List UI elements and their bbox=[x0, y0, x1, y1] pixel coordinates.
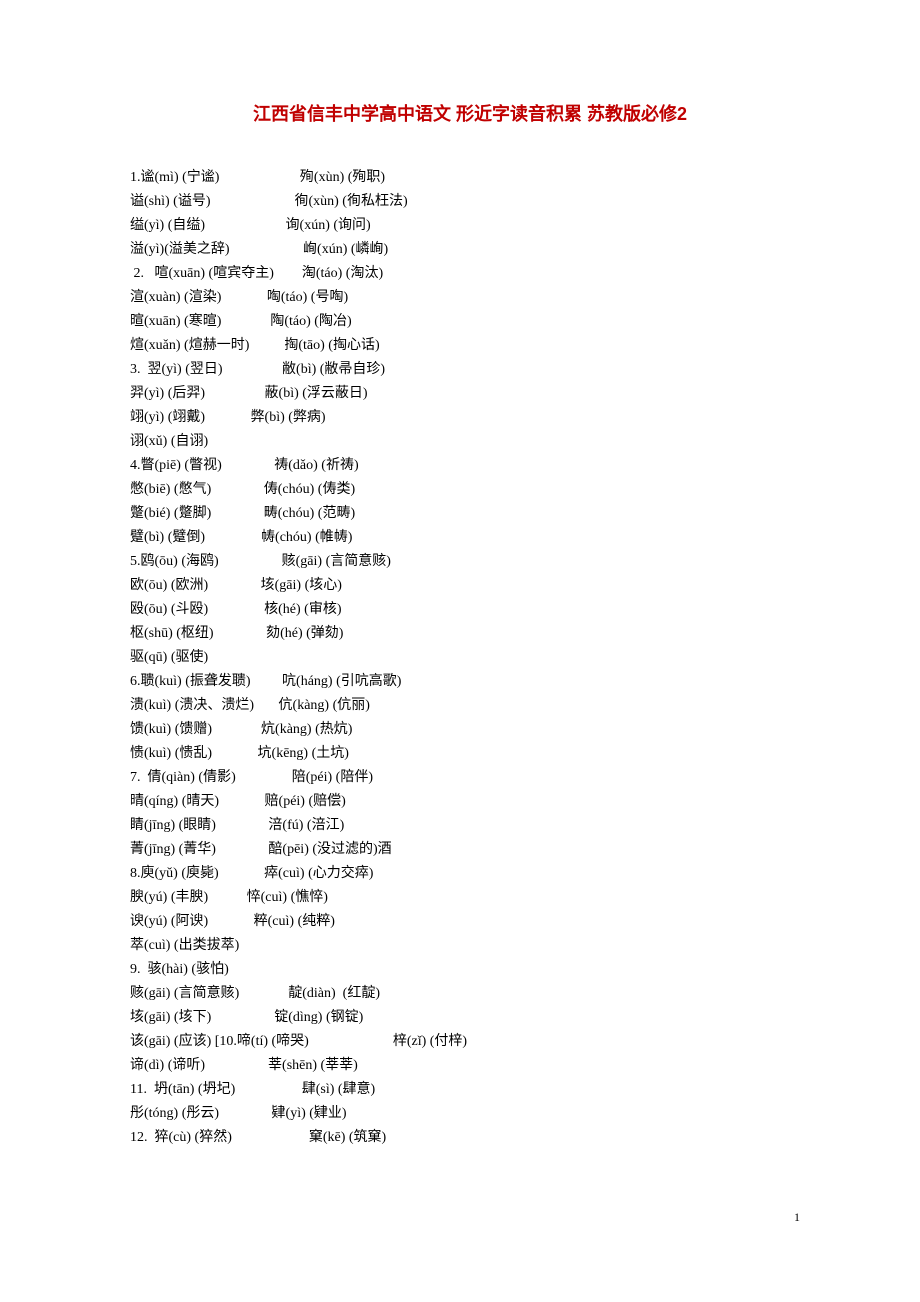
text-line: 2. 喧(xuān) (喧宾夺主) 淘(táo) (淘汰) bbox=[130, 262, 810, 286]
text-line: 蹩(bié) (蹩脚) 畴(chóu) (范畴) bbox=[130, 502, 810, 526]
text-line: 憋(biē) (憋气) 俦(chóu) (俦类) bbox=[130, 478, 810, 502]
text-line: 欧(ōu) (欧洲) 垓(gāi) (垓心) bbox=[130, 574, 810, 598]
document-page: 江西省信丰中学高中语文 形近字读音积累 苏教版必修2 1.谧(mì) (宁谧) … bbox=[0, 0, 920, 1285]
text-line: 睛(jīng) (眼睛) 涪(fú) (涪江) bbox=[130, 814, 810, 838]
text-line: 躄(bì) (躄倒) 帱(chóu) (帷帱) bbox=[130, 526, 810, 550]
text-line: 诩(xǔ) (自诩) bbox=[130, 430, 810, 454]
text-line: 该(gāi) (应该) [10.啼(tí) (啼哭) 梓(zǐ) (付梓) bbox=[130, 1030, 810, 1054]
text-line: 1.谧(mì) (宁谧) 殉(xùn) (殉职) bbox=[130, 166, 810, 190]
text-line: 缢(yì) (自缢) 询(xún) (询问) bbox=[130, 214, 810, 238]
text-line: 垓(gāi) (垓下) 锭(dìng) (钢锭) bbox=[130, 1006, 810, 1030]
text-line: 驱(qū) (驱使) bbox=[130, 646, 810, 670]
text-line: 7. 倩(qiàn) (倩影) 陪(péi) (陪伴) bbox=[130, 766, 810, 790]
text-line: 暄(xuān) (寒暄) 陶(táo) (陶冶) bbox=[130, 310, 810, 334]
text-line: 彤(tóng) (彤云) 肄(yì) (肄业) bbox=[130, 1102, 810, 1126]
text-line: 菁(jīng) (菁华) 醅(pēi) (没过滤的)酒 bbox=[130, 838, 810, 862]
text-line: 11. 坍(tān) (坍圮) 肆(sì) (肆意) bbox=[130, 1078, 810, 1102]
text-line: 晴(qíng) (晴天) 赔(péi) (赔偿) bbox=[130, 790, 810, 814]
document-title: 江西省信丰中学高中语文 形近字读音积累 苏教版必修2 bbox=[130, 100, 810, 126]
text-line: 煊(xuǎn) (煊赫一时) 掏(tāo) (掏心话) bbox=[130, 334, 810, 358]
document-content: 1.谧(mì) (宁谧) 殉(xùn) (殉职)谥(shì) (谥号) 徇(xù… bbox=[130, 166, 810, 1150]
text-line: 赅(gāi) (言简意赅) 靛(diàn) (红靛) bbox=[130, 982, 810, 1006]
text-line: 溢(yì)(溢美之辞) 峋(xún) (嶙峋) bbox=[130, 238, 810, 262]
text-line: 羿(yì) (后羿) 蔽(bì) (浮云蔽日) bbox=[130, 382, 810, 406]
text-line: 12. 猝(cù) (猝然) 窠(kē) (筑窠) bbox=[130, 1126, 810, 1150]
text-line: 溃(kuì) (溃决、溃烂) 伉(kàng) (伉丽) bbox=[130, 694, 810, 718]
page-number: 1 bbox=[130, 1210, 810, 1225]
text-line: 萃(cuì) (出类拔萃) bbox=[130, 934, 810, 958]
text-line: 谀(yú) (阿谀) 粹(cuì) (纯粹) bbox=[130, 910, 810, 934]
text-line: 愦(kuì) (愦乱) 坑(kēng) (土坑) bbox=[130, 742, 810, 766]
text-line: 翊(yì) (翊戴) 弊(bì) (弊病) bbox=[130, 406, 810, 430]
text-line: 5.鸥(ōu) (海鸥) 赅(gāi) (言简意赅) bbox=[130, 550, 810, 574]
text-line: 谛(dì) (谛听) 莘(shēn) (莘莘) bbox=[130, 1054, 810, 1078]
text-line: 枢(shū) (枢纽) 劾(hé) (弹劾) bbox=[130, 622, 810, 646]
text-line: 谥(shì) (谥号) 徇(xùn) (徇私枉法) bbox=[130, 190, 810, 214]
text-line: 渲(xuàn) (渲染) 啕(táo) (号啕) bbox=[130, 286, 810, 310]
text-line: 殴(ōu) (斗殴) 核(hé) (审核) bbox=[130, 598, 810, 622]
text-line: 8.庾(yǔ) (庾毙) 瘁(cuì) (心力交瘁) bbox=[130, 862, 810, 886]
text-line: 6.聩(kuì) (振聋发聩) 吭(háng) (引吭高歌) bbox=[130, 670, 810, 694]
text-line: 9. 骇(hài) (骇怕) bbox=[130, 958, 810, 982]
text-line: 馈(kuì) (馈赠) 炕(kàng) (热炕) bbox=[130, 718, 810, 742]
text-line: 4.瞥(piē) (瞥视) 祷(dǎo) (祈祷) bbox=[130, 454, 810, 478]
text-line: 腴(yú) (丰腴) 悴(cuì) (憔悴) bbox=[130, 886, 810, 910]
text-line: 3. 翌(yì) (翌日) 敝(bì) (敝帚自珍) bbox=[130, 358, 810, 382]
